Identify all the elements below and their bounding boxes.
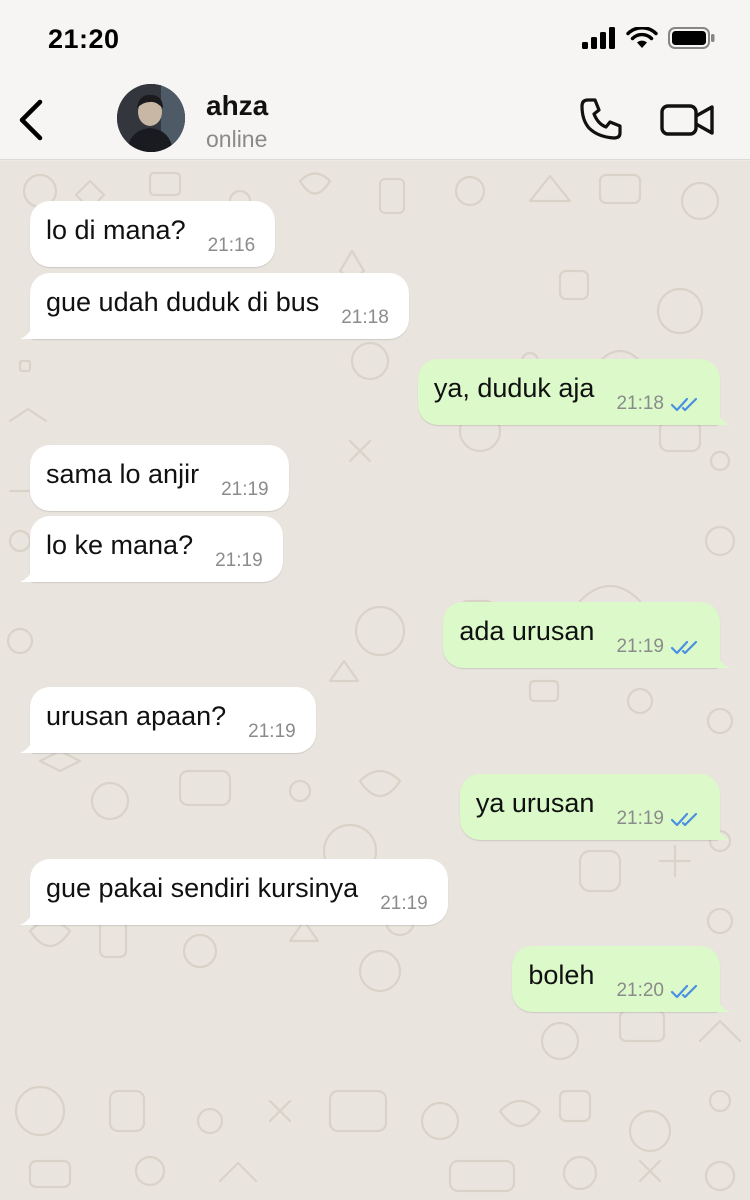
message-time: 21:19	[616, 636, 664, 657]
message-meta: 21:20	[616, 980, 700, 1002]
message-text: gue udah duduk di bus	[46, 286, 320, 317]
chat-area[interactable]: lo di mana? 21:16 gue udah duduk di bus …	[0, 161, 750, 1200]
cellular-signal-icon	[582, 27, 615, 49]
status-bar: 21:20	[0, 0, 750, 80]
message-meta: 21:19	[221, 479, 269, 501]
status-icons	[582, 27, 716, 49]
chat-header: ahza online	[0, 80, 750, 160]
video-camera-icon	[660, 104, 714, 136]
message-text: gue pakai sendiri kursinya	[46, 872, 359, 903]
message-meta: 21:19	[616, 808, 700, 830]
message-meta: 21:19	[616, 636, 700, 658]
bubble-tail	[20, 566, 34, 582]
read-receipt-icon	[670, 640, 698, 655]
battery-icon	[668, 27, 715, 49]
outgoing-message[interactable]: ada urusan 21:19	[443, 602, 730, 668]
wifi-icon	[626, 27, 658, 48]
bubble-tail	[716, 824, 730, 840]
message-time: 21:20	[616, 980, 664, 1001]
message-time: 21:19	[215, 550, 263, 571]
message-time: 21:19	[221, 479, 269, 500]
message-meta: 21:18	[616, 393, 700, 415]
read-receipt-icon	[670, 397, 698, 412]
bubble-tail	[716, 652, 730, 668]
message-text: ya urusan	[475, 787, 595, 818]
bubble-tail	[20, 909, 34, 925]
incoming-message[interactable]: urusan apaan? 21:19	[20, 687, 316, 753]
message-text: ya, duduk aja	[433, 372, 595, 403]
message-time: 21:16	[207, 235, 256, 256]
bubble-tail	[716, 996, 730, 1012]
read-receipt-icon	[670, 984, 698, 999]
chevron-left-icon	[19, 99, 43, 141]
phone-icon	[580, 98, 622, 140]
message-time: 21:19	[616, 808, 664, 829]
message-time: 21:18	[616, 393, 664, 414]
message-list: lo di mana? 21:16 gue udah duduk di bus …	[0, 161, 750, 1200]
message-meta: 21:19	[248, 721, 296, 743]
message-meta: 21:19	[215, 550, 263, 572]
incoming-message[interactable]: lo ke mana? 21:19	[20, 516, 283, 582]
contact-name[interactable]: ahza	[206, 90, 268, 122]
contact-status: online	[206, 126, 268, 152]
message-time: 21:19	[248, 721, 296, 742]
back-button[interactable]	[14, 98, 50, 142]
message-time: 21:18	[341, 307, 389, 328]
avatar-photo	[117, 84, 185, 152]
bubble-tail	[20, 737, 34, 753]
message-meta: 21:19	[380, 893, 428, 915]
outgoing-message[interactable]: boleh 21:20	[512, 946, 730, 1012]
message-text: urusan apaan?	[46, 700, 227, 731]
incoming-message[interactable]: sama lo anjir 21:19	[30, 445, 289, 511]
message-meta: 21:16	[208, 235, 256, 257]
voice-call-button[interactable]	[578, 96, 624, 142]
message-time: 21:19	[380, 893, 428, 914]
message-text: sama lo anjir	[46, 458, 200, 489]
read-receipt-icon	[670, 812, 698, 827]
message-text: lo ke mana?	[46, 529, 194, 560]
incoming-message[interactable]: gue udah duduk di bus 21:18	[20, 273, 409, 339]
status-time: 21:20	[48, 24, 120, 54]
outgoing-message[interactable]: ya urusan 21:19	[459, 774, 730, 840]
incoming-message[interactable]: gue pakai sendiri kursinya 21:19	[20, 859, 448, 925]
incoming-message[interactable]: lo di mana? 21:16	[30, 201, 276, 267]
contact-avatar[interactable]	[117, 84, 185, 152]
bubble-tail	[716, 409, 730, 425]
outgoing-message[interactable]: ya, duduk aja 21:18	[417, 359, 730, 425]
message-meta: 21:18	[341, 307, 389, 329]
message-text: lo di mana?	[46, 214, 186, 245]
message-text: ada urusan	[459, 615, 595, 646]
message-text: boleh	[528, 959, 595, 990]
bubble-tail	[20, 323, 34, 339]
video-call-button[interactable]	[660, 100, 716, 140]
